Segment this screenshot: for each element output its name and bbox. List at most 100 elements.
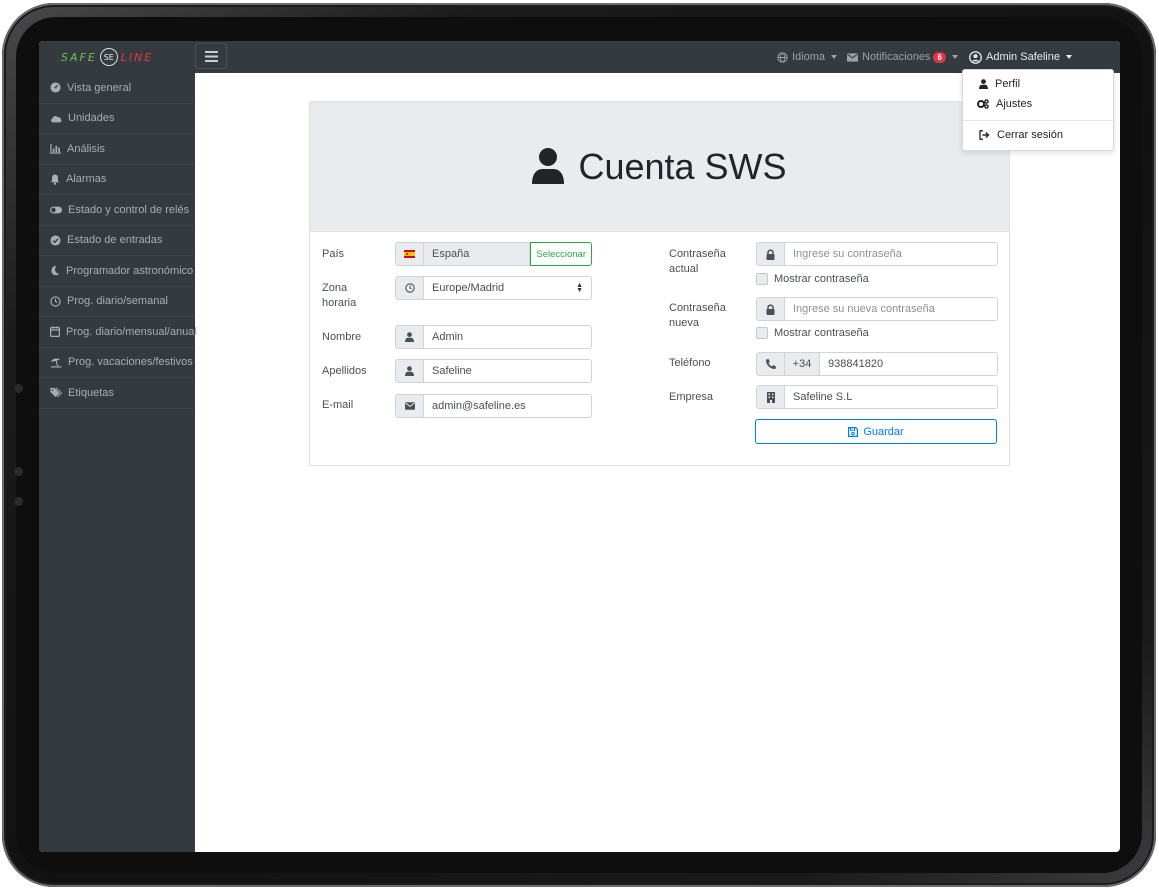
- sidebar-item-diario-semanal[interactable]: Prog. diario/semanal: [39, 287, 195, 317]
- user-circle-icon: [969, 50, 982, 64]
- email-input[interactable]: admin@safeline.es: [424, 394, 592, 418]
- country-flag-addon: [395, 242, 424, 266]
- sidebar-item-label: Unidades: [68, 112, 115, 125]
- cogs-icon: [977, 99, 989, 109]
- phone-icon: [765, 359, 776, 369]
- cloud-icon: [51, 115, 62, 123]
- company-input-group: Safeline S.L: [756, 385, 998, 409]
- sidebar-item-label: Alarmas: [66, 173, 107, 186]
- envelope-addon: [395, 394, 424, 418]
- new-password-input[interactable]: Ingrese su nueva contraseña: [785, 297, 998, 321]
- first-name-label: Nombre: [322, 331, 362, 343]
- show-new-password-checkbox[interactable]: Mostrar contraseña: [756, 327, 869, 339]
- check-circle-icon: [50, 235, 61, 246]
- toggle-icon: [50, 206, 62, 214]
- select-country-button[interactable]: Seleccionar: [530, 242, 592, 266]
- sidebar-item-mensual-anual[interactable]: Prog. diario/mensual/anual: [39, 317, 197, 348]
- envelope-icon: [404, 402, 415, 410]
- select-arrows-icon: ▲ ▼: [576, 282, 583, 294]
- sidebar-item-label: Análisis: [67, 142, 105, 155]
- first-name-input[interactable]: Admin: [424, 325, 592, 349]
- sidebar-item-unidades[interactable]: Unidades: [39, 104, 195, 134]
- country-code: +34: [785, 352, 820, 376]
- checkbox-box[interactable]: [756, 273, 768, 285]
- timezone-label: Zona horaria: [322, 282, 357, 309]
- save-button[interactable]: Guardar: [755, 419, 997, 444]
- sidebar-item-reles[interactable]: Estado y control de relés: [39, 195, 195, 226]
- lock-icon: [766, 249, 775, 260]
- top-navbar: SAFE SE LINE Idioma Notificaciones 6 Adm…: [39, 41, 1120, 73]
- envelope-icon: [847, 52, 858, 62]
- building-addon: [756, 385, 785, 409]
- new-password-input-group: Ingrese su nueva contraseña: [756, 297, 998, 321]
- camera-dot: [14, 384, 23, 393]
- user-icon: [979, 79, 988, 89]
- bell-icon: [50, 174, 60, 185]
- phone-input[interactable]: 938841820: [820, 352, 998, 376]
- phone-label: Teléfono: [669, 357, 711, 369]
- user-dropdown-menu: Perfil Ajustes Cerrar sesión: [962, 69, 1114, 151]
- brand-logo[interactable]: SAFE SE LINE: [61, 46, 153, 68]
- menu-item-profile[interactable]: Perfil: [979, 78, 1020, 90]
- timezone-input-group: Europe/Madrid ▲ ▼: [395, 276, 592, 300]
- notifications-count-badge: 6: [933, 51, 946, 63]
- timezone-select[interactable]: Europe/Madrid ▲ ▼: [424, 276, 592, 300]
- user-addon: [395, 325, 424, 349]
- page-title: Cuenta SWS: [578, 145, 787, 187]
- sidebar-item-label: Etiquetas: [68, 386, 114, 399]
- sidebar-item-entradas[interactable]: Estado de entradas: [39, 226, 195, 256]
- menu-item-label: Cerrar sesión: [997, 129, 1064, 141]
- sidebar-item-label: Estado y control de relés: [68, 203, 190, 216]
- last-name-input-group: Safeline: [395, 359, 592, 383]
- sidebar: Vista general Unidades Análisis Alarmas …: [39, 73, 197, 852]
- user-name-label: Admin Safeline: [986, 51, 1060, 63]
- user-addon: [395, 359, 424, 383]
- sidebar-item-etiquetas[interactable]: Etiquetas: [39, 378, 195, 409]
- notifications-dropdown[interactable]: Notificaciones 6: [847, 47, 958, 67]
- sidebar-item-alarmas[interactable]: Alarmas: [39, 165, 195, 195]
- country-field[interactable]: España: [424, 242, 531, 266]
- checkbox-box[interactable]: [756, 327, 768, 339]
- card-header: Cuenta SWS: [310, 102, 1009, 232]
- menu-item-settings[interactable]: Ajustes: [977, 98, 1032, 110]
- checkbox-label: Mostrar contraseña: [774, 327, 869, 339]
- sign-out-icon: [979, 130, 990, 140]
- company-input[interactable]: Safeline S.L: [785, 385, 998, 409]
- show-current-password-checkbox[interactable]: Mostrar contraseña: [756, 273, 869, 285]
- save-button-label: Guardar: [863, 425, 904, 438]
- building-icon: [766, 391, 775, 403]
- first-name-input-group: Admin: [395, 325, 592, 349]
- sidebar-item-label: Prog. diario/mensual/anual: [66, 325, 197, 338]
- sidebar-item-label: Estado de entradas: [67, 234, 163, 247]
- menu-divider: [963, 120, 1113, 121]
- umbrella-beach-icon: [50, 358, 62, 368]
- menu-item-label: Perfil: [995, 78, 1021, 90]
- sidebar-toggle-button[interactable]: [195, 43, 227, 69]
- moon-icon: [51, 265, 60, 276]
- language-dropdown[interactable]: Idioma: [777, 47, 838, 67]
- checkbox-label: Mostrar contraseña: [774, 273, 869, 285]
- calendar-icon: [50, 326, 60, 338]
- phone-input-group: +34 938841820: [756, 352, 998, 376]
- user-dropdown[interactable]: Admin Safeline: [969, 47, 1072, 67]
- camera-dot: [14, 467, 23, 476]
- clock-addon: [395, 276, 424, 300]
- sidebar-item-astronomico[interactable]: Programador astronómico: [39, 256, 195, 287]
- clock-icon: [50, 296, 61, 307]
- current-password-input-group: Ingrese su contraseña: [756, 242, 998, 266]
- spain-flag-icon: [404, 250, 415, 258]
- sidebar-item-vista-general[interactable]: Vista general: [39, 73, 195, 104]
- sidebar-item-vacaciones[interactable]: Prog. vacaciones/festivos: [39, 348, 195, 378]
- current-password-input[interactable]: Ingrese su contraseña: [785, 242, 998, 266]
- sidebar-item-analisis[interactable]: Análisis: [39, 134, 195, 165]
- sidebar-item-label: Prog. diario/semanal: [67, 295, 168, 308]
- dashboard-icon: [50, 82, 61, 93]
- user-icon: [405, 332, 414, 342]
- menu-item-logout[interactable]: Cerrar sesión: [979, 129, 1063, 141]
- last-name-input[interactable]: Safeline: [424, 359, 592, 383]
- email-input-group: admin@safeline.es: [395, 394, 592, 418]
- lock-addon: [756, 242, 785, 266]
- save-icon: [848, 426, 859, 437]
- current-password-label: Contraseña actual: [669, 248, 726, 275]
- sidebar-item-label: Vista general: [67, 81, 132, 94]
